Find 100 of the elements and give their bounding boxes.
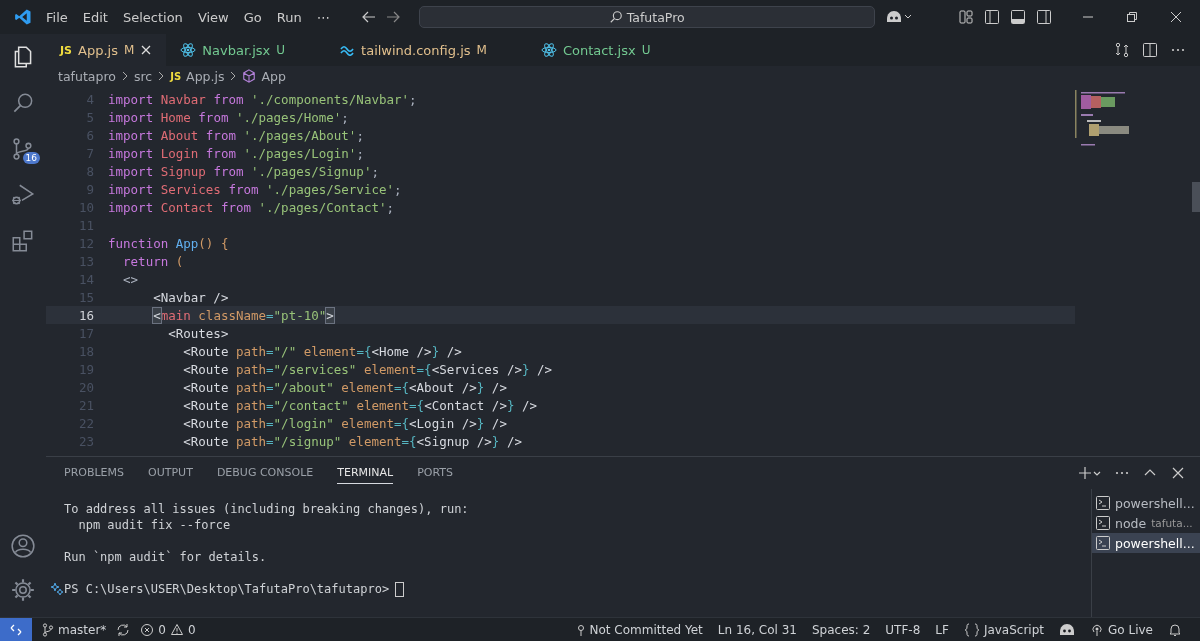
git-status-label: U <box>276 43 286 57</box>
git-status-label: M <box>123 43 135 57</box>
code-line: import Navbar from './components/Navbar'; <box>108 91 417 107</box>
code-line: <Route path="/" element={<Home />} /> <box>182 343 462 359</box>
code-line: <Navbar /> <box>152 289 229 305</box>
cube-icon <box>242 69 257 83</box>
compare-changes-icon[interactable] <box>1114 42 1130 58</box>
wave-icon <box>339 44 356 56</box>
chevron-icon <box>229 71 238 81</box>
terminal-output: Run `npm audit` for details. <box>64 550 267 564</box>
blame-button[interactable]: Not Committed Yet <box>575 622 703 637</box>
terminal-output: npm audit fix --force <box>77 518 231 532</box>
app-logo-icon <box>14 8 32 26</box>
sync-icon[interactable] <box>116 622 131 637</box>
panel-tab[interactable]: PORTS <box>417 462 453 484</box>
restore-icon[interactable] <box>1124 9 1140 25</box>
editor-tab[interactable]: JS App.js M <box>46 34 167 66</box>
code-line: import Signup from './pages/Signup'; <box>108 163 379 179</box>
notification-badge: 16 <box>22 152 40 164</box>
code-line: import Home from './pages/Home'; <box>108 109 349 125</box>
code-line: <Routes> <box>167 325 229 341</box>
bell-icon[interactable] <box>1168 622 1182 637</box>
branch-icon <box>42 622 54 637</box>
activity-item[interactable]: 16 <box>0 126 46 172</box>
terminal-output: To address all issues (including breaking changes), run: <box>64 502 469 516</box>
layout-icon[interactable] <box>958 9 974 25</box>
breadcrumb-item[interactable]: App.js <box>186 68 225 84</box>
line-number: 16 <box>77 307 94 323</box>
atom-icon <box>540 42 557 58</box>
chevron-icon <box>120 71 129 81</box>
secondary-sidebar-icon[interactable] <box>1036 9 1052 25</box>
line-ending[interactable]: LF <box>935 622 949 637</box>
panel-tab[interactable]: PROBLEMS <box>64 462 125 484</box>
settings-icon[interactable] <box>10 577 36 603</box>
text-cursor <box>395 581 405 597</box>
file-type-label: JS <box>170 70 182 82</box>
breadcrumb-item[interactable]: src <box>133 68 153 84</box>
close-icon[interactable] <box>140 44 153 56</box>
code-line: return ( <box>122 253 184 269</box>
search-field[interactable]: TafutaPro <box>418 6 875 28</box>
terminal-list-item[interactable]: node tafuta... <box>1092 513 1200 533</box>
close-icon[interactable] <box>1168 9 1184 25</box>
code-line: <Route path="/contact" element={<Contact />} /> <box>182 397 538 413</box>
language-mode[interactable]: JavaScript <box>963 622 1045 637</box>
sidebar-toggle-icon[interactable] <box>984 9 1000 25</box>
terminal-icon <box>1096 496 1110 510</box>
code-line: import Services from './pages/Service'; <box>108 181 402 197</box>
copilot-icon[interactable] <box>1059 622 1076 637</box>
code-line: <Route path="/login" element={<Login />} /> <box>182 415 507 431</box>
menu-item[interactable]: Selection <box>122 9 183 25</box>
menu-item[interactable]: Run <box>276 9 302 25</box>
indentation[interactable]: Spaces: 2 <box>812 622 871 637</box>
menu-item[interactable]: File <box>46 9 68 25</box>
panel-tab[interactable]: TERMINAL <box>337 462 394 484</box>
code-line: <Route path="/about" element={<About />} /> <box>182 379 507 395</box>
panel-tab[interactable]: OUTPUT <box>148 462 193 484</box>
code-line: import Login from './pages/Login'; <box>108 145 364 161</box>
code-line: <Route path="/signup" element={<Signup />} /> <box>182 433 522 449</box>
panel-toggle-icon[interactable] <box>1010 9 1026 25</box>
breadcrumb-item[interactable]: tafutapro <box>58 68 116 84</box>
menu-item[interactable]: View <box>197 9 229 25</box>
terminal-list-item[interactable]: powershell... <box>1092 533 1200 553</box>
new-terminal-icon[interactable] <box>1078 466 1102 480</box>
problems-button[interactable]: 0 0 <box>140 622 196 637</box>
code-line: <> <box>122 271 139 287</box>
git-status-label: U <box>641 43 651 57</box>
warning-icon <box>169 622 184 637</box>
broadcast-icon <box>1090 622 1105 637</box>
branch-button[interactable]: master* <box>42 622 107 637</box>
encoding[interactable]: UTF-8 <box>885 622 921 637</box>
braces-icon <box>963 622 980 637</box>
copilot-icon[interactable] <box>884 9 913 25</box>
terminal-list-item[interactable]: powershell... <box>1092 493 1200 513</box>
split-editor-icon[interactable] <box>1142 42 1158 58</box>
remote-icon <box>9 622 23 637</box>
terminal-icon <box>1096 516 1110 530</box>
commit-icon <box>575 622 586 637</box>
forward-arrow-icon[interactable] <box>384 9 401 25</box>
scrollbar[interactable] <box>1192 182 1200 212</box>
terminal-prompt: PS C:\Users\USER\Desktop\TafutaPro\tafutapro> <box>64 582 390 596</box>
chevron-icon <box>157 71 166 81</box>
breadcrumb-item[interactable]: App <box>261 68 286 84</box>
back-arrow-icon[interactable] <box>360 9 377 25</box>
menu-item[interactable]: ⋯ <box>316 9 330 25</box>
menu-item[interactable]: Go <box>243 9 262 25</box>
error-icon <box>140 622 155 637</box>
search-icon <box>608 10 623 24</box>
go-live-button[interactable]: Go Live <box>1090 622 1153 637</box>
terminal-icon <box>1096 536 1110 550</box>
code-line: import Contact from './pages/Contact'; <box>108 199 394 215</box>
menu-item[interactable]: Edit <box>82 9 108 25</box>
sparkle-icon <box>50 582 64 596</box>
account-icon[interactable] <box>10 533 36 559</box>
cursor-position[interactable]: Ln 16, Col 31 <box>717 622 797 637</box>
panel-tab[interactable]: DEBUG CONSOLE <box>216 462 314 484</box>
close-icon[interactable] <box>1170 465 1186 481</box>
git-status-label: M <box>476 43 487 57</box>
code-line: <Route path="/services" element={<Services />} /> <box>182 361 553 377</box>
file-type-label: JS <box>60 43 72 57</box>
code-line: function App() { <box>108 235 229 251</box>
